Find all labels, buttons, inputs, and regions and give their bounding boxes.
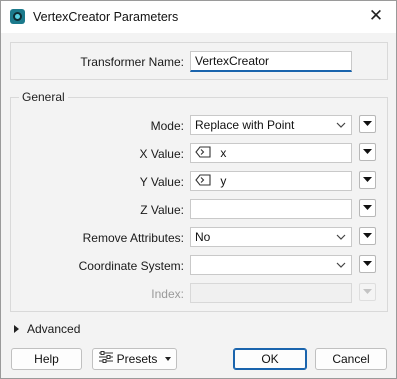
remove-attributes-label: Remove Attributes:: [82, 231, 184, 245]
z-value-options-button[interactable]: [359, 199, 376, 217]
transformer-name-value: VertexCreator: [195, 54, 270, 68]
y-value-text: y: [220, 174, 227, 188]
title-bar: VertexCreator Parameters ✕: [1, 1, 396, 33]
transformer-name-input[interactable]: VertexCreator: [190, 51, 352, 72]
chevron-down-icon: [336, 230, 346, 244]
index-label: Index:: [151, 287, 184, 301]
index-input: [190, 283, 352, 303]
window-title: VertexCreator Parameters: [33, 10, 179, 24]
coordinate-system-options-button[interactable]: [359, 255, 376, 273]
chevron-down-icon: [336, 258, 346, 272]
help-button-label: Help: [34, 352, 59, 366]
close-button[interactable]: ✕: [356, 1, 396, 33]
remove-attributes-options-button[interactable]: [359, 227, 376, 245]
mode-select[interactable]: Replace with Point: [190, 115, 352, 135]
cancel-button-label: Cancel: [332, 352, 370, 366]
presets-button[interactable]: Presets: [92, 348, 177, 370]
sliders-icon: [98, 349, 114, 369]
advanced-section-toggle[interactable]: Advanced: [14, 322, 80, 336]
attribute-icon: [195, 146, 211, 161]
z-value-label: Z Value:: [140, 203, 184, 217]
ok-button[interactable]: OK: [233, 348, 307, 370]
presets-button-label: Presets: [116, 352, 158, 366]
x-value-options-button[interactable]: [359, 143, 376, 161]
x-value-text: x: [220, 146, 227, 160]
fme-app-icon: [10, 9, 25, 24]
remove-attributes-value: No: [195, 230, 211, 244]
x-value-label: X Value:: [139, 147, 184, 161]
chevron-down-icon: [336, 118, 346, 132]
caret-down-icon: [165, 356, 172, 361]
index-options-button: [359, 283, 376, 301]
attribute-icon: [195, 174, 211, 189]
general-group-label: General: [19, 90, 68, 104]
y-value-options-button[interactable]: [359, 171, 376, 189]
z-value-input[interactable]: [190, 199, 352, 219]
advanced-label: Advanced: [27, 322, 81, 336]
ok-button-label: OK: [261, 352, 279, 366]
mode-options-button[interactable]: [359, 115, 376, 133]
remove-attributes-select[interactable]: No: [190, 227, 352, 247]
parameters-dialog: VertexCreator Parameters ✕ Transformer N…: [0, 0, 397, 379]
mode-value: Replace with Point: [195, 118, 295, 132]
expand-arrow-icon: [14, 324, 19, 333]
transformer-name-label: Transformer Name:: [80, 55, 184, 69]
mode-label: Mode:: [150, 119, 184, 133]
help-button[interactable]: Help: [11, 348, 82, 370]
y-value-input[interactable]: y: [190, 171, 352, 191]
y-value-label: Y Value:: [139, 175, 184, 189]
coordinate-system-label: Coordinate System:: [78, 259, 184, 273]
x-value-input[interactable]: x: [190, 143, 352, 163]
cancel-button[interactable]: Cancel: [315, 348, 387, 370]
coordinate-system-select[interactable]: [190, 255, 352, 275]
